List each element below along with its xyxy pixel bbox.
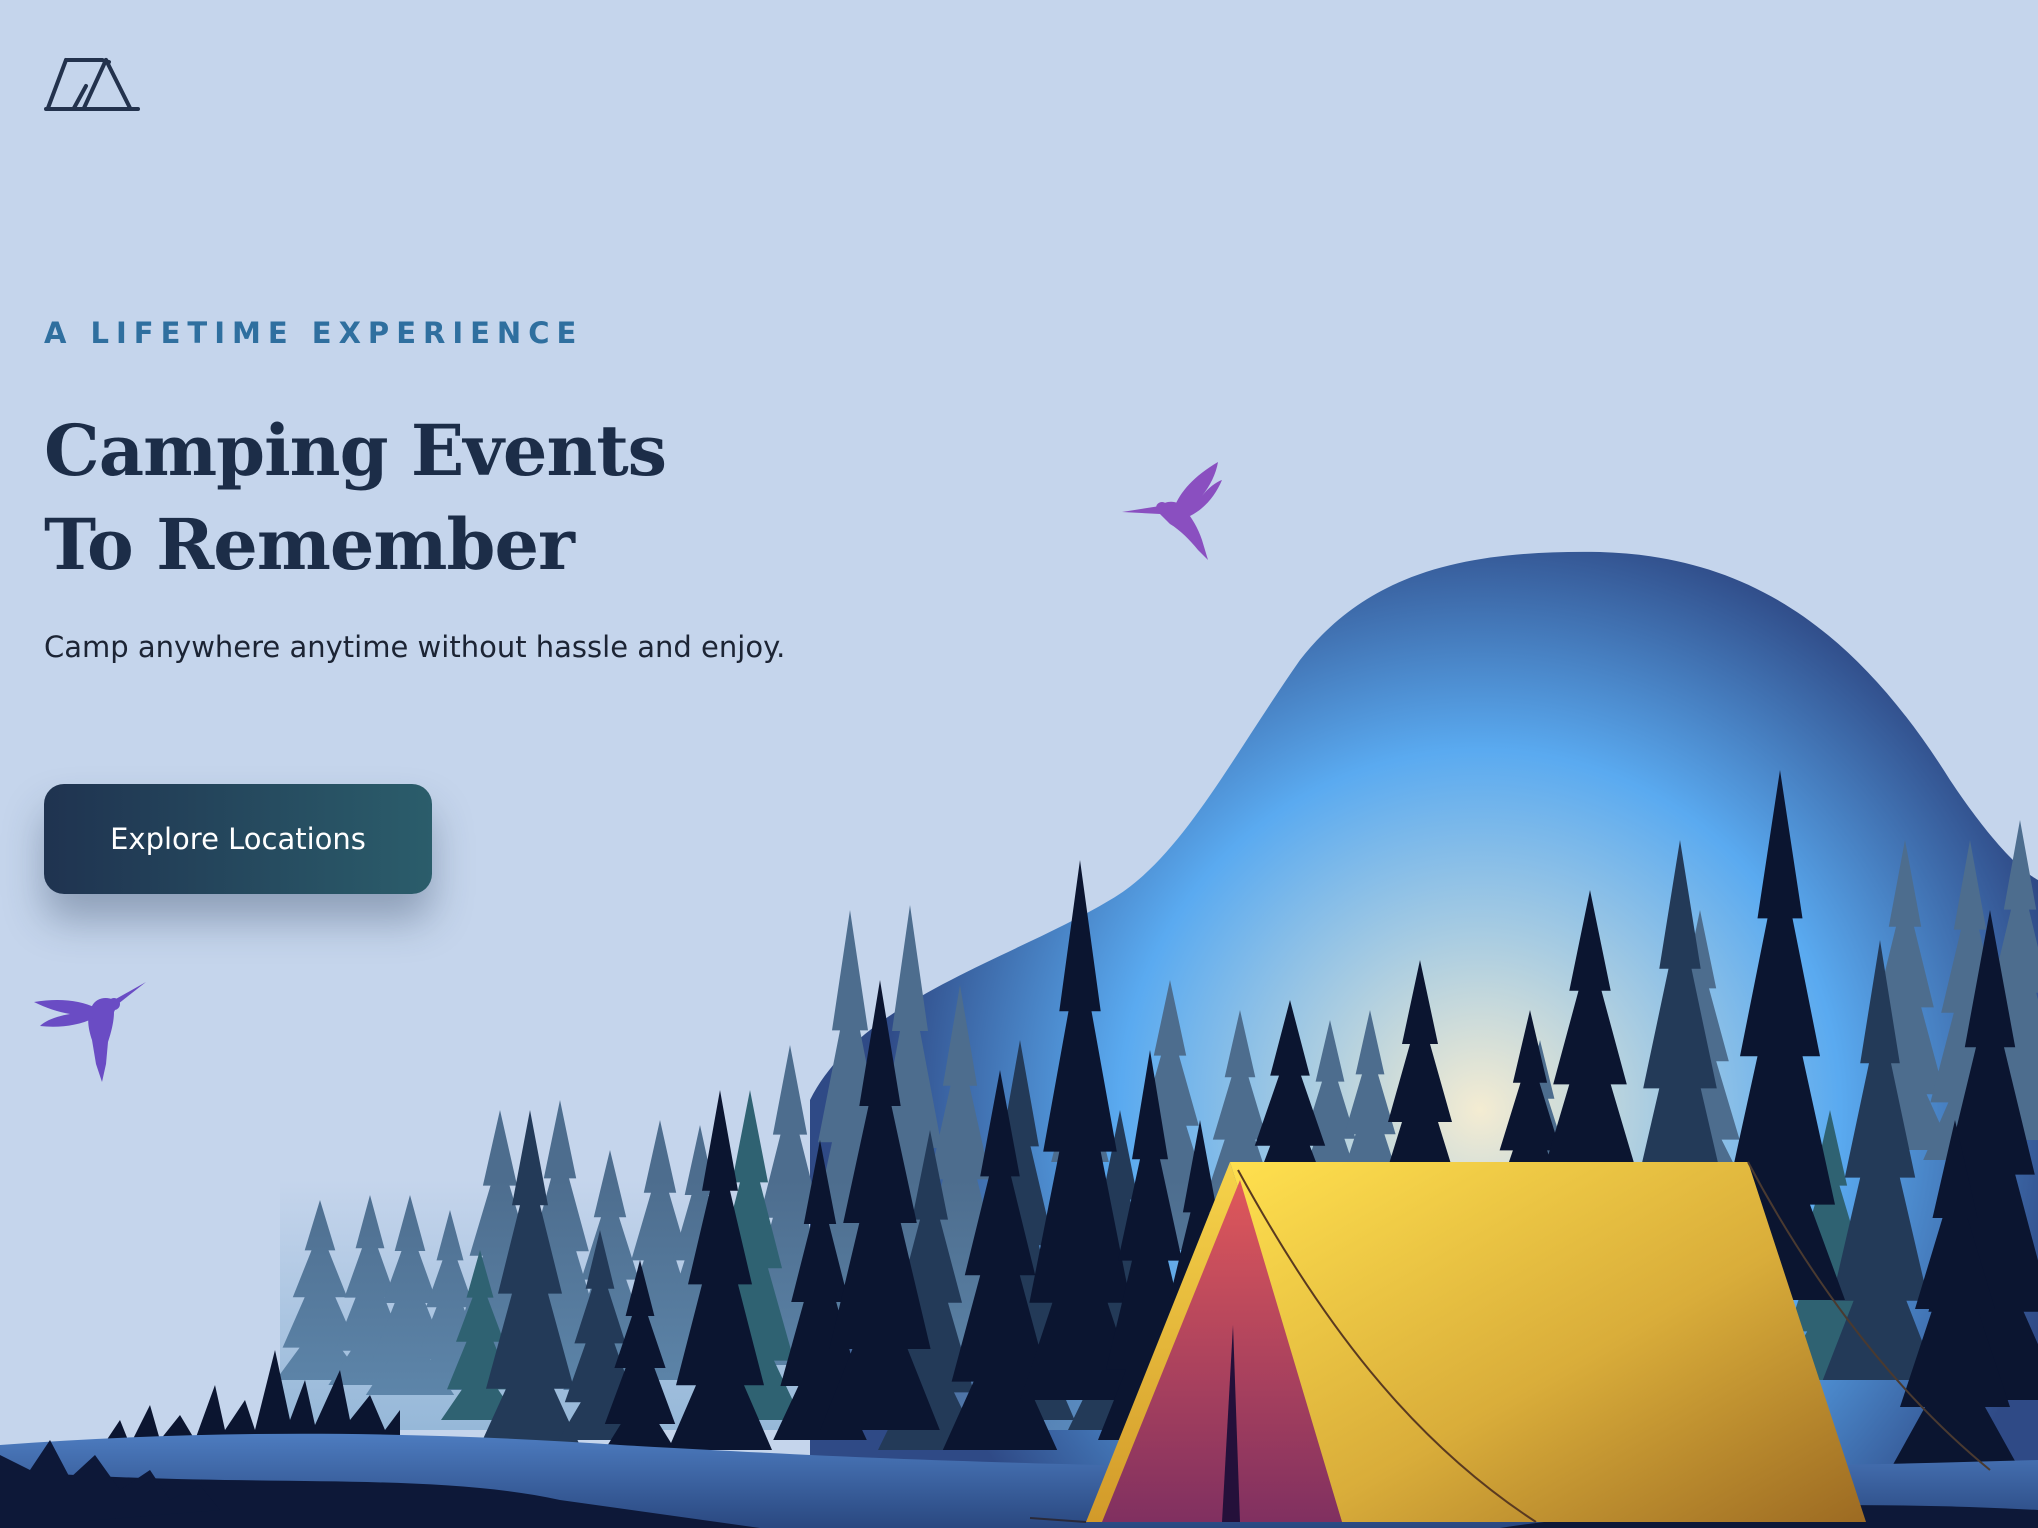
hero-title-line-2: To Remember — [44, 503, 575, 586]
explore-locations-button[interactable]: Explore Locations — [44, 784, 432, 894]
hero-section: A LIFETIME EXPERIENCE Camping Events To … — [44, 316, 944, 664]
sky-shape — [810, 551, 2038, 1528]
hero-subtitle: Camp anywhere anytime without hassle and… — [44, 630, 786, 664]
mid-trees — [478, 840, 1938, 1450]
hummingbird-icon — [1122, 462, 1222, 560]
hero-title: Camping Events To Remember — [44, 404, 944, 592]
dark-trees — [598, 770, 2038, 1470]
grass — [100, 1350, 400, 1460]
logo-tent-icon[interactable] — [44, 56, 140, 112]
hero-eyebrow: A LIFETIME EXPERIENCE — [44, 316, 584, 350]
teal-trees — [441, 1090, 1880, 1420]
hero-title-line-1: Camping Events — [44, 409, 667, 492]
back-trees — [275, 820, 2038, 1395]
camping-scene-illustration — [0, 551, 2038, 1528]
camping-tent — [1029, 1161, 1991, 1523]
landing-page: A LIFETIME EXPERIENCE Camping Events To … — [0, 0, 2038, 1528]
hummingbird-icon — [34, 982, 146, 1082]
ground — [0, 1433, 2038, 1528]
